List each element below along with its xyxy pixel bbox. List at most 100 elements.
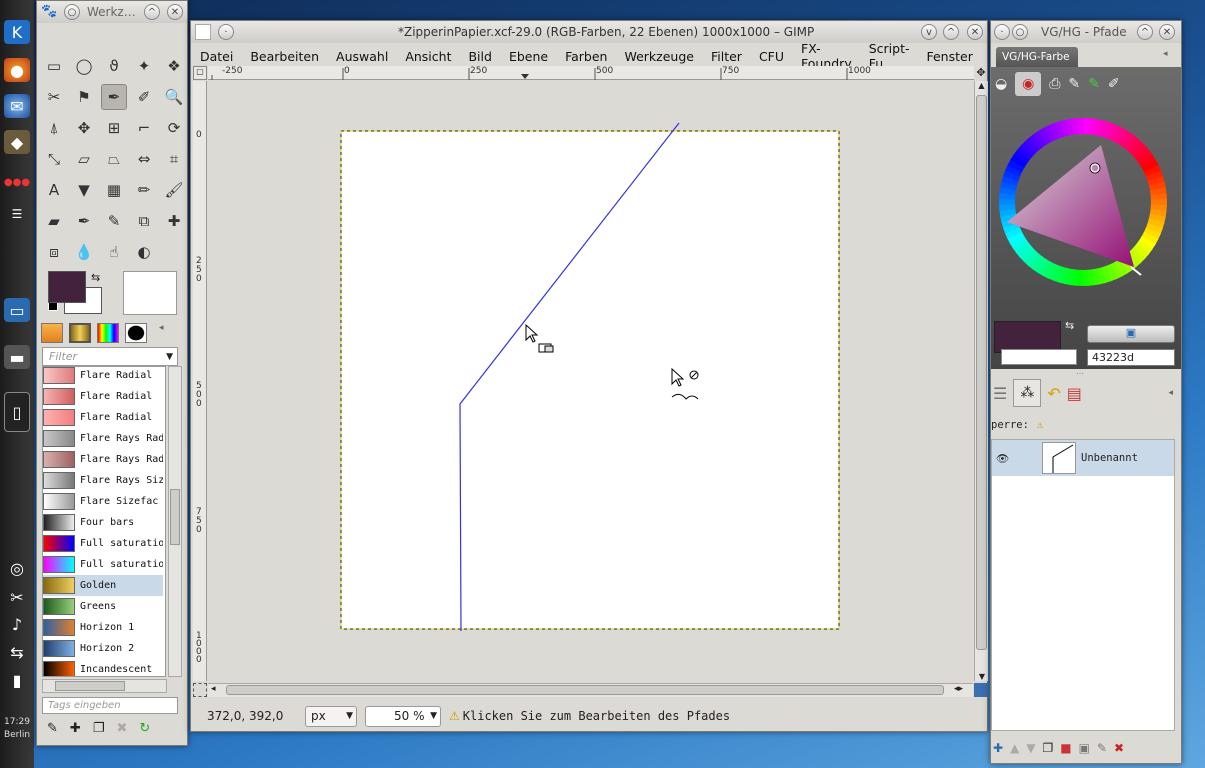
lock-position-icon[interactable]: ⚠	[1037, 419, 1043, 431]
h-scroll-thumb[interactable]	[55, 681, 125, 691]
paint-path-icon[interactable]: ✎	[1097, 741, 1107, 755]
dock-titlebar[interactable]: · ○ VG/HG - Pfade ^ ✕	[991, 21, 1181, 43]
screen-icon[interactable]: ▭	[4, 298, 30, 322]
gimp-icon[interactable]: ◆	[4, 130, 30, 154]
path-row[interactable]: 👁 Unbenannt	[992, 440, 1174, 476]
lower-path-icon[interactable]: ▼	[1026, 741, 1035, 755]
network-icon[interactable]: ◎	[4, 556, 30, 580]
paths-tool-icon[interactable]: ✒	[101, 84, 127, 110]
menu-auswahl[interactable]: Auswahl	[336, 49, 388, 64]
paintbrush-icon[interactable]: 🖌	[161, 177, 187, 203]
window-icon[interactable]: ▬	[4, 345, 30, 369]
scroll-thumb[interactable]	[170, 489, 180, 545]
eyedropper-icon[interactable]: ✐	[1108, 76, 1120, 92]
dodge-burn-icon[interactable]: ◐	[131, 239, 157, 265]
edit-gradient-icon[interactable]: ✎	[47, 721, 58, 739]
menu-ansicht[interactable]: Ansicht	[405, 49, 451, 64]
paths-list[interactable]: 👁 Unbenannt	[991, 439, 1175, 731]
v-scroll-down[interactable]: ▼	[975, 672, 989, 681]
zoom-fit-icon[interactable]	[974, 683, 988, 697]
crop-icon[interactable]: ⌐	[131, 115, 157, 141]
canvas-h-scrollbar[interactable]: ◂ ◂▸	[208, 683, 973, 697]
horizontal-ruler[interactable]: -250 0 250 500 750 1000	[208, 66, 974, 80]
battery-icon[interactable]: ▮	[4, 668, 30, 692]
gradient-item[interactable]: Flare Radial	[43, 386, 163, 407]
volume-icon[interactable]: ♪	[4, 612, 30, 636]
gradient-item[interactable]: Golden	[43, 575, 163, 596]
wheel-tab-icon[interactable]: ◉	[1015, 72, 1042, 96]
color-history-button[interactable]: ▣	[1087, 325, 1175, 343]
scissors-icon[interactable]: ✂	[4, 585, 30, 609]
scissors-select-icon[interactable]: ✂	[41, 84, 67, 110]
perspective-icon[interactable]: ⏢	[101, 146, 127, 172]
chevron-down-icon[interactable]: ▼	[166, 352, 173, 362]
patterns-tab-icon[interactable]	[125, 323, 147, 343]
usb-icon[interactable]: ⇆	[4, 640, 30, 664]
window-menu-button[interactable]: ·	[218, 24, 234, 40]
kde-icon[interactable]: K	[4, 20, 30, 44]
delete-path-icon[interactable]: ✖	[1114, 741, 1124, 755]
path-visibility-eye-icon[interactable]: 👁	[996, 452, 1012, 465]
watercolor-icon[interactable]: ✎	[1068, 76, 1080, 92]
navigate-icon[interactable]: ✥	[974, 66, 988, 80]
gradient-item[interactable]: Horizon 2	[43, 638, 163, 659]
unit-select[interactable]: px ▼	[305, 705, 357, 727]
gradient-list-scrollbar[interactable]	[168, 366, 182, 677]
shear-icon[interactable]: ▱	[71, 146, 97, 172]
foreground-select-icon[interactable]: ⚑	[71, 84, 97, 110]
close-button[interactable]: ✕	[167, 4, 183, 20]
h-scroll-left[interactable]: ◂	[211, 684, 216, 694]
gradient-filter-field[interactable]: Filter ▼	[42, 347, 178, 366]
h-scrollbar[interactable]	[42, 679, 167, 693]
cage-icon[interactable]: ⌗	[161, 146, 187, 172]
image-titlebar[interactable]: · *ZipperinPapier.xcf-29.0 (RGB-Farben, …	[191, 21, 987, 43]
eraser-icon[interactable]: ▰	[41, 208, 67, 234]
gradient-item[interactable]: Greens	[43, 596, 163, 617]
perspective-clone-icon[interactable]: ⧈	[41, 239, 67, 265]
vertical-ruler[interactable]: 0 250 500 750 1000	[193, 81, 207, 681]
undo-tab-icon[interactable]: ↶	[1047, 384, 1060, 403]
menu-bild[interactable]: Bild	[468, 49, 491, 64]
align-icon[interactable]: ⊞	[101, 115, 127, 141]
select-by-color-icon[interactable]: ❖	[161, 53, 187, 79]
blur-icon[interactable]: 💧	[71, 239, 97, 265]
h-scroll-thumb[interactable]	[226, 685, 944, 695]
menu-button[interactable]: ○	[64, 4, 80, 20]
h-scroll-right[interactable]: ◂▸	[954, 684, 963, 694]
duplicate-path-icon[interactable]: ❐	[1043, 741, 1054, 755]
menu-werkzeuge[interactable]: Werkzeuge	[624, 49, 694, 64]
text-icon[interactable]: A	[41, 177, 67, 203]
fuzzy-select-icon[interactable]: ✦	[131, 53, 157, 79]
rect-select-icon[interactable]: ▭	[41, 53, 67, 79]
tags-field[interactable]: Tags eingeben	[42, 697, 178, 714]
gradient-item[interactable]: Four bars	[43, 512, 163, 533]
canvas-area[interactable]	[208, 81, 973, 681]
dock-menu-button[interactable]: ○	[1012, 24, 1028, 40]
color-dock-tab[interactable]: VG/HG-Farbe	[996, 47, 1078, 67]
gradient-item[interactable]: Full saturatio	[43, 533, 163, 554]
paths-tab-icon[interactable]: ⁂	[1013, 379, 1042, 407]
gradient-item[interactable]: Full saturatio	[43, 554, 163, 575]
ellipse-select-icon[interactable]: ◯	[71, 53, 97, 79]
toolbox-titlebar[interactable]: 🐾 ○ Werkz… ^ ✕	[37, 1, 187, 23]
new-path-icon[interactable]: ✚	[993, 741, 1003, 755]
active-brush-preview[interactable]	[123, 271, 177, 315]
selection-to-path-icon[interactable]: ▣	[1079, 741, 1090, 755]
thunderbird-icon[interactable]: ✉	[4, 94, 30, 118]
close-image-button[interactable]: ✕	[967, 24, 983, 40]
menu-bearbeiten[interactable]: Bearbeiten	[250, 49, 319, 64]
zoom-icon[interactable]: 🔍	[161, 84, 187, 110]
gradient-item[interactable]: Flare Radial	[43, 367, 163, 386]
dock-bg-swatch[interactable]	[1001, 349, 1077, 365]
menu-cfu[interactable]: CFU	[759, 49, 784, 64]
scale-icon[interactable]: ⤡	[41, 146, 67, 172]
clone-icon[interactable]: ⧉	[131, 208, 157, 234]
menu-filter[interactable]: Filter	[711, 49, 742, 64]
gradient-list[interactable]: Flare Radial Flare Radial Flare Radial Flar…	[42, 366, 166, 677]
channels-tab-icon[interactable]: ▤	[1067, 384, 1082, 403]
blend-icon[interactable]: ▦	[101, 177, 127, 203]
v-scroll-thumb[interactable]	[976, 95, 987, 650]
shade-button[interactable]: v	[921, 24, 937, 40]
raise-path-icon[interactable]: ▲	[1010, 741, 1019, 755]
path-to-selection-icon[interactable]: ■	[1060, 741, 1071, 755]
